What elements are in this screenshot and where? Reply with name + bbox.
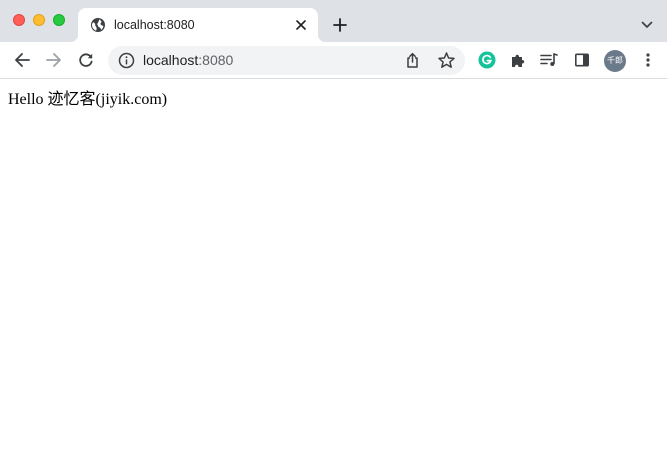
url-host: localhost (143, 52, 199, 68)
plus-icon[interactable] (329, 14, 351, 36)
globe-icon (90, 17, 106, 33)
puzzle-icon[interactable] (505, 47, 531, 73)
profile-avatar[interactable]: 千郎 (604, 50, 626, 72)
url-port: :8080 (198, 52, 234, 68)
window-minimize-button[interactable] (33, 14, 45, 26)
browser-toolbar: localhost:8080 千郎 (0, 42, 667, 79)
grammarly-icon[interactable] (474, 47, 500, 73)
kebab-menu-icon[interactable] (635, 47, 661, 73)
forward-arrow-icon[interactable] (41, 47, 67, 73)
chevron-down-icon[interactable] (637, 15, 657, 35)
close-icon[interactable] (292, 16, 310, 34)
tab-title: localhost:8080 (114, 18, 195, 32)
star-icon[interactable] (437, 51, 456, 70)
side-panel-icon[interactable] (569, 47, 595, 73)
back-arrow-icon[interactable] (9, 47, 35, 73)
reload-icon[interactable] (73, 47, 99, 73)
page-viewport: Hello 迹忆客(jiyik.com) (0, 80, 667, 470)
info-icon[interactable] (118, 52, 135, 69)
tab-localhost[interactable]: localhost:8080 (70, 8, 326, 42)
address-bar[interactable]: localhost:8080 (108, 46, 465, 75)
share-icon[interactable] (404, 52, 421, 69)
page-body-text: Hello 迹忆客(jiyik.com) (8, 91, 168, 108)
window-zoom-button[interactable] (53, 14, 65, 26)
tab-strip: localhost:8080 (0, 0, 667, 42)
media-queue-icon[interactable] (536, 47, 562, 73)
url-text[interactable]: localhost:8080 (143, 52, 233, 69)
window-close-button[interactable] (13, 14, 25, 26)
